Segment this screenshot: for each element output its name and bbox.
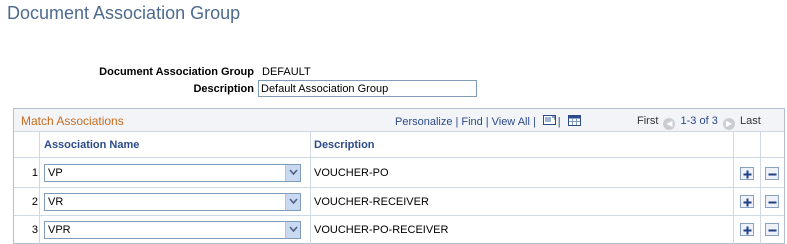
chevron-down-icon[interactable] [285, 194, 300, 210]
row-divider [14, 187, 784, 188]
row-number: 1 [31, 167, 38, 179]
zoom-icon[interactable] [542, 115, 556, 125]
association-name-value: VR [48, 196, 64, 208]
pager-last: Last [739, 115, 761, 127]
minus-icon [768, 201, 777, 204]
description-label: Description [193, 83, 254, 95]
plus-icon [743, 198, 752, 207]
nav-separator: | [557, 116, 561, 128]
chevron-down-icon[interactable] [285, 165, 300, 181]
next-page-icon[interactable]: ▶ [722, 118, 735, 130]
add-row-button[interactable] [740, 167, 754, 180]
grid-header: Match Associations Personalize | Find | View… [14, 109, 784, 132]
pager-count: 1-3 of 3 [680, 115, 718, 127]
group-value: DEFAULT [262, 66, 311, 78]
row-number: 2 [31, 196, 38, 208]
row-divider [14, 215, 784, 216]
column-header-description[interactable]: Description [314, 131, 732, 158]
plus-icon [743, 226, 752, 235]
minus-icon [768, 173, 777, 176]
grid-pager: First ◀ 1-3 of 3 ▶ Last [637, 115, 761, 130]
association-description: VOUCHER-PO [314, 167, 389, 179]
association-name-value: VP [48, 167, 63, 179]
grid-nav: Personalize | Find | View All | | [395, 115, 581, 128]
association-name-value: VPR [48, 224, 71, 236]
page-title: Document Association Group [7, 3, 241, 23]
nav-separator: | [532, 116, 536, 128]
personalize-link[interactable]: Personalize [395, 116, 452, 128]
download-grid-icon[interactable] [567, 115, 581, 126]
grid-title: Match Associations [21, 114, 124, 128]
nav-separator: | [455, 116, 459, 128]
pager-first: First [637, 115, 659, 127]
group-label: Document Association Group [99, 66, 254, 78]
association-name-select[interactable]: VPR [44, 221, 301, 239]
column-header-association-name[interactable]: Association Name [44, 131, 314, 158]
association-name-select[interactable]: VP [44, 164, 301, 182]
plus-icon [743, 170, 752, 179]
nav-separator: | [485, 116, 489, 128]
chevron-down-icon[interactable] [285, 222, 300, 238]
association-name-select[interactable]: VR [44, 193, 301, 211]
add-row-button[interactable] [740, 195, 754, 208]
row-divider [14, 157, 784, 158]
delete-row-button[interactable] [765, 195, 779, 208]
view-all-link[interactable]: View All [492, 116, 530, 128]
find-link[interactable]: Find [461, 116, 482, 128]
delete-row-button[interactable] [765, 223, 779, 236]
association-description: VOUCHER-RECEIVER [314, 196, 429, 208]
description-input[interactable] [258, 80, 477, 97]
add-row-button[interactable] [740, 223, 754, 236]
minus-icon [768, 229, 777, 232]
association-description: VOUCHER-PO-RECEIVER [314, 224, 449, 236]
delete-row-button[interactable] [765, 167, 779, 180]
previous-page-icon[interactable]: ◀ [663, 118, 676, 130]
row-number: 3 [31, 224, 38, 236]
match-associations-grid: Match Associations Personalize | Find | View… [13, 108, 785, 244]
